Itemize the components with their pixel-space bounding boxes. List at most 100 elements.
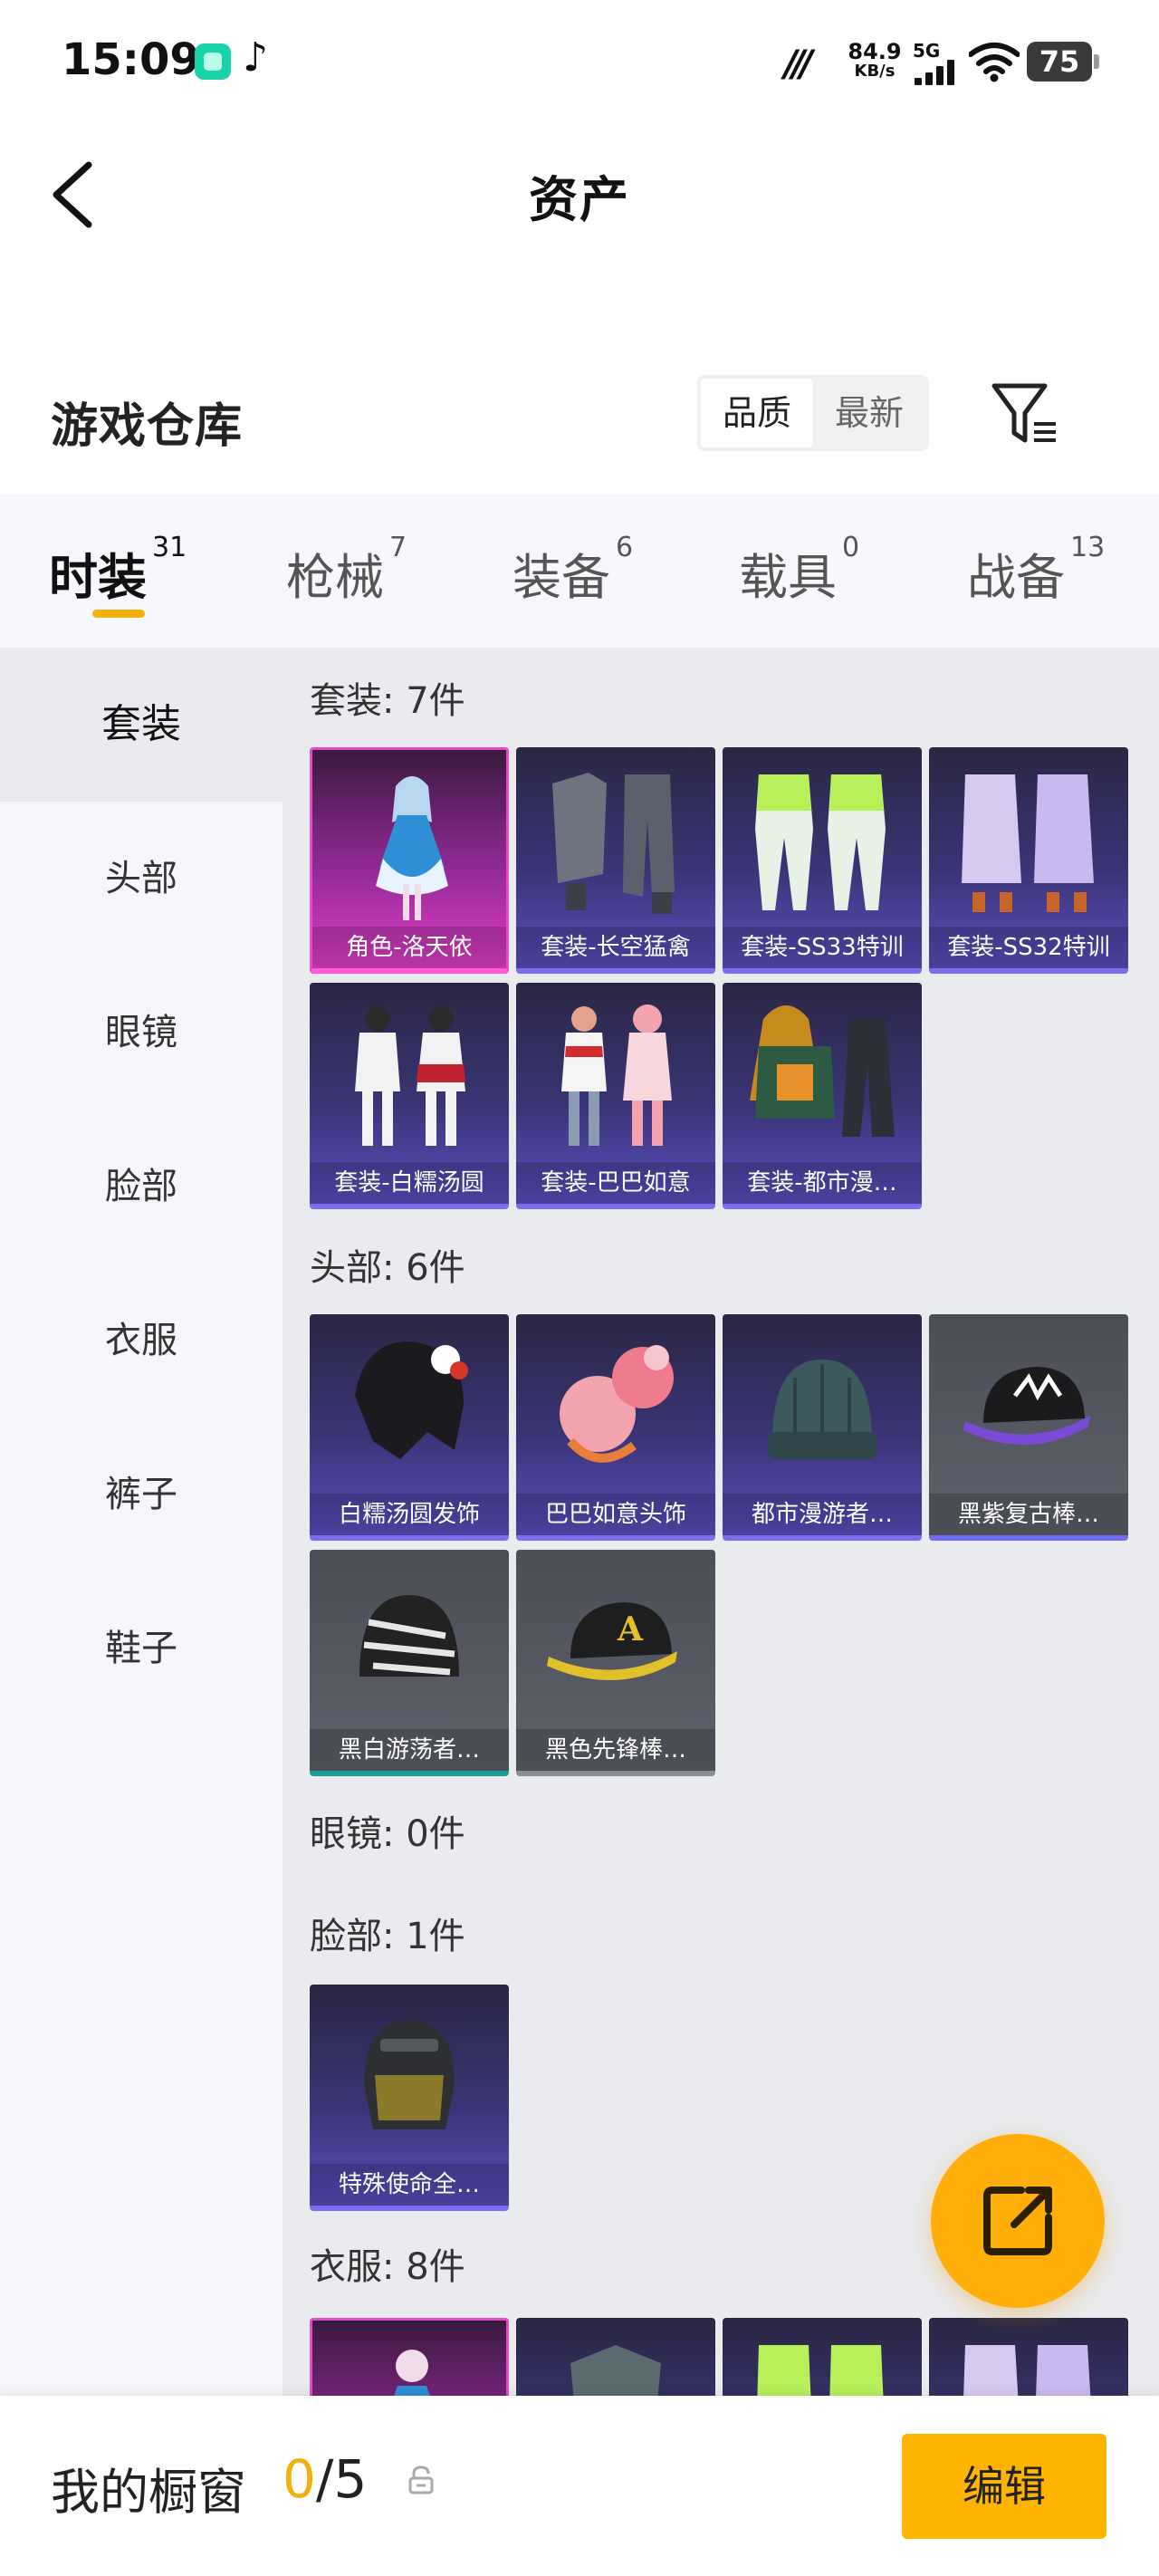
item-name: 套装-都市漫…: [723, 1162, 922, 1204]
tab-fashion[interactable]: 时装31: [49, 532, 187, 609]
baseball-cap-icon: A: [547, 1602, 677, 1681]
sidebar-item-head[interactable]: 头部: [0, 802, 283, 956]
status-bar: 15:09 ♪ /// 84.9 KB/s 5G 75: [0, 0, 1159, 127]
item-tile[interactable]: 套装-都市漫…: [723, 983, 922, 1209]
sidebar-item-clothes[interactable]: 衣服: [0, 1264, 283, 1418]
share-icon: [983, 2187, 1052, 2255]
sort-toggle: 品质 最新: [697, 375, 929, 451]
hair-accessory-icon: [355, 1341, 468, 1459]
signal-icon: [915, 60, 962, 85]
item-tile[interactable]: 套装-SS33特训: [723, 747, 922, 974]
tab-count: 6: [616, 532, 634, 563]
item-tile[interactable]: 套装-长空猛禽: [516, 747, 715, 974]
item-name: 黑紫复古棒…: [929, 1494, 1128, 1535]
outfit-characters-icon: [355, 1006, 465, 1146]
outfit-suit-icon: [963, 2345, 1091, 2396]
item-name: 套装-SS33特训: [723, 927, 922, 968]
item-tile[interactable]: [929, 2318, 1128, 2396]
item-name: 黑白游荡者…: [310, 1729, 509, 1771]
tab-count: 0: [842, 532, 860, 563]
item-tile[interactable]: 套装-白糯汤圆: [310, 983, 509, 1209]
item-name: 都市漫游者…: [723, 1494, 922, 1535]
item-tile[interactable]: 黑白游荡者…: [310, 1550, 509, 1776]
showcase-label: 我的橱窗: [51, 2464, 246, 2521]
tab-equipment[interactable]: 装备6: [512, 532, 633, 609]
hair-accessory-icon: [560, 1345, 674, 1463]
app-root: { "status": { "time": "15:09", "net_spee…: [0, 0, 1159, 2576]
outfit-suit-icon: [757, 2345, 884, 2396]
outfit-jacket-icon: [552, 773, 675, 914]
item-tile[interactable]: 特殊使命全…: [310, 1985, 509, 2211]
beanie-icon: [359, 1595, 459, 1677]
tab-label: 战备: [967, 549, 1065, 606]
item-tile[interactable]: [516, 2318, 715, 2396]
item-tile[interactable]: [310, 2318, 509, 2396]
item-tile[interactable]: 黑紫复古棒…: [929, 1314, 1128, 1541]
tab-supplies[interactable]: 战备13: [967, 532, 1105, 609]
showcase-current: 0: [283, 2448, 316, 2510]
item-tile[interactable]: [723, 2318, 922, 2396]
outfit-hoodie-icon: [750, 1005, 895, 1137]
tab-guns[interactable]: 枪械7: [286, 532, 407, 609]
warehouse-header: 游戏仓库 品质 最新: [0, 362, 1159, 480]
outfit-characters-icon: [561, 1004, 672, 1146]
tab-count: 13: [1070, 532, 1106, 563]
active-tab-indicator: [92, 610, 145, 618]
category-tabs: 时装31 枪械7 装备6 载具0 战备13: [0, 494, 1159, 648]
item-name: 巴巴如意头饰: [516, 1494, 715, 1535]
section-title-face: 脸部: 1件: [310, 1916, 465, 1957]
item-tile[interactable]: 套装-SS32特训: [929, 747, 1128, 974]
sidebar-item-outfits[interactable]: 套装: [0, 648, 283, 802]
tab-count: 31: [152, 532, 187, 563]
section-title-glasses: 眼镜: 0件: [310, 1813, 465, 1855]
edit-button[interactable]: 编辑: [902, 2434, 1106, 2539]
network-type: 5G: [913, 40, 941, 62]
item-tile[interactable]: A 黑色先锋棒…: [516, 1550, 715, 1776]
section-title-head: 头部: 6件: [310, 1247, 465, 1289]
beanie-icon: [768, 1360, 876, 1459]
item-tile[interactable]: 白糯汤圆发饰: [310, 1314, 509, 1541]
tab-label: 枪械: [286, 549, 384, 606]
category-sidebar: 套装 头部 眼镜 脸部 衣服 裤子 鞋子: [0, 648, 283, 2396]
character-figure-icon: [376, 776, 448, 920]
carrier-logo-icon: ///: [784, 43, 813, 85]
app-notification-icon: [195, 43, 231, 80]
outfit-suit-icon: [755, 774, 886, 910]
outfit-suit-icon: [962, 774, 1094, 912]
status-time: 15:09: [62, 34, 200, 85]
item-tile[interactable]: 角色-洛天依: [310, 747, 509, 974]
section-title-clothes: 衣服: 8件: [310, 2246, 465, 2288]
svg-text:A: A: [617, 1610, 644, 1648]
network-speed: 84.9 KB/s: [846, 39, 904, 82]
item-tile[interactable]: 套装-巴巴如意: [516, 983, 715, 1209]
wifi-icon: [969, 43, 1020, 82]
tiktok-icon: ♪: [243, 34, 269, 81]
battery-indicator: 75: [1027, 42, 1099, 82]
item-name: 角色-洛天依: [312, 927, 506, 968]
lock-icon: [408, 2465, 434, 2494]
item-name: 特殊使命全…: [310, 2164, 509, 2206]
item-tile[interactable]: 都市漫游者…: [723, 1314, 922, 1541]
share-button[interactable]: [931, 2134, 1105, 2308]
item-name: 套装-巴巴如意: [516, 1162, 715, 1204]
filter-icon[interactable]: [989, 380, 1061, 449]
tab-vehicles[interactable]: 载具0: [739, 532, 859, 609]
item-name: 套装-长空猛禽: [516, 927, 715, 968]
warehouse-title: 游戏仓库: [51, 399, 244, 454]
sort-option-newest[interactable]: 最新: [813, 379, 925, 447]
item-name: 白糯汤圆发饰: [310, 1494, 509, 1535]
sidebar-item-glasses[interactable]: 眼镜: [0, 956, 283, 1110]
outfit-jacket-icon: [570, 2345, 661, 2396]
baseball-cap-icon: [963, 1367, 1090, 1446]
item-tile[interactable]: 巴巴如意头饰: [516, 1314, 715, 1541]
item-name: 套装-白糯汤圆: [310, 1162, 509, 1204]
showcase-count: 0/5: [283, 2448, 367, 2510]
tab-label: 载具: [739, 549, 837, 606]
helmet-icon: [364, 2021, 455, 2129]
sidebar-item-pants[interactable]: 裤子: [0, 1418, 283, 1572]
tab-count: 7: [389, 532, 407, 563]
sidebar-item-face[interactable]: 脸部: [0, 1110, 283, 1264]
network-speed-value: 84.9: [848, 39, 902, 64]
sidebar-item-shoes[interactable]: 鞋子: [0, 1572, 283, 1725]
sort-option-quality[interactable]: 品质: [701, 379, 813, 447]
